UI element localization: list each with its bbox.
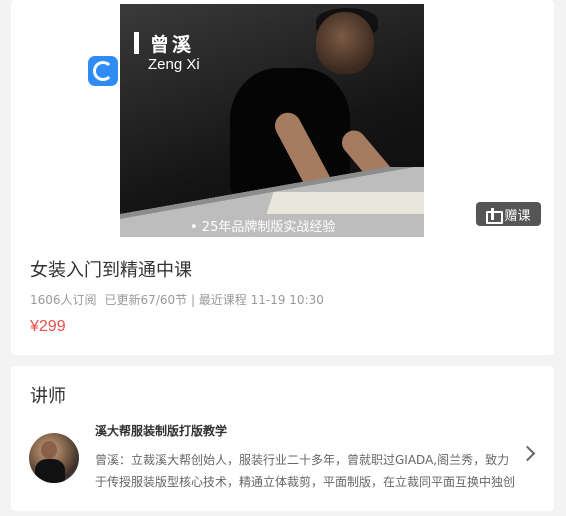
cover-name-cn: 曾溪 — [150, 34, 195, 56]
gift-course-label: 赠课 — [504, 208, 531, 224]
cover-tagline: • 25年品牌制版实战经验 — [190, 220, 336, 235]
cover-pattern-board — [266, 192, 424, 214]
course-cover-image[interactable]: 曾溪 Zeng Xi • 25年品牌制版实战经验 — [120, 4, 424, 237]
cover-person-head — [316, 12, 374, 74]
gift-icon — [486, 208, 504, 224]
teacher-section-heading: 讲师 — [30, 386, 66, 407]
app-logo-icon — [88, 56, 118, 86]
course-title: 女装入门到精通中课 — [30, 260, 192, 281]
course-meta: 1606人订阅 已更新67/60节 | 最近课程 11-19 10:30 — [30, 291, 324, 308]
cover-name-bar — [134, 32, 139, 54]
teacher-avatar[interactable] — [29, 433, 79, 483]
gift-course-button[interactable]: 赠课 — [476, 202, 541, 226]
subscriber-count: 1606人订阅 — [30, 293, 97, 307]
course-price: ¥299 — [30, 318, 66, 335]
teacher-name[interactable]: 溪大帮服装制版打版教学 — [95, 422, 227, 439]
cover-name-en: Zeng Xi — [148, 56, 200, 73]
update-info: 已更新67/60节 | 最近课程 11-19 10:30 — [104, 293, 324, 307]
teacher-description: 曾溪：立裁溪大帮创始人，服装行业二十多年，曾就职过GIADA,阁兰秀，致力于传授… — [95, 453, 516, 489]
